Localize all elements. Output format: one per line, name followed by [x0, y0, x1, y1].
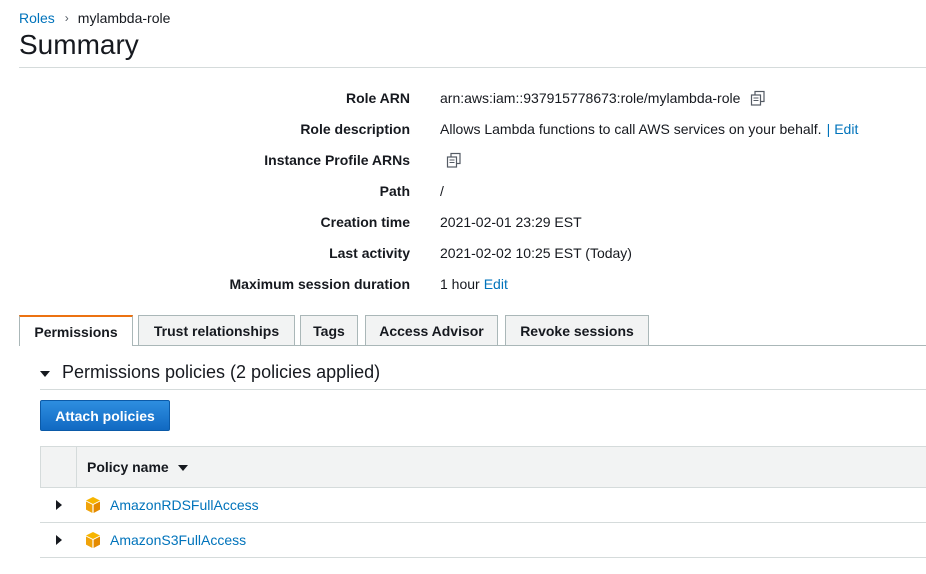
role-arn-value: arn:aws:iam::937915778673:role/mylambda-…: [440, 90, 741, 106]
caret-down-icon: [40, 370, 50, 377]
row-instance-profile-arns: Instance Profile ARNs: [0, 150, 926, 170]
section-divider: [40, 389, 926, 390]
table-row: AmazonS3FullAccess: [40, 523, 926, 558]
policy-name-header-label: Policy name: [87, 459, 169, 475]
tab-revoke-sessions[interactable]: Revoke sessions: [505, 315, 649, 345]
breadcrumb-current: mylambda-role: [77, 10, 171, 26]
row-last-activity: Last activity 2021-02-02 10:25 EST (Toda…: [0, 243, 926, 263]
row-path: Path /: [0, 181, 926, 201]
instance-profile-value-wrap: [436, 152, 462, 168]
max-session-label: Maximum session duration: [229, 276, 410, 292]
tab-bar: Permissions Trust relationships Tags Acc…: [19, 315, 926, 346]
policy-link-s3[interactable]: AmazonS3FullAccess: [110, 532, 246, 548]
attach-policies-button[interactable]: Attach policies: [40, 400, 170, 431]
description-separator: |: [826, 121, 831, 137]
max-session-value: 1 hour: [440, 276, 480, 292]
aws-managed-policy-icon: [84, 496, 102, 514]
row-max-session-duration: Maximum session duration 1 hour Edit: [0, 274, 926, 294]
copy-icon[interactable]: [750, 90, 766, 106]
breadcrumb-roles-link[interactable]: Roles: [19, 10, 55, 26]
policy-name-column-header[interactable]: Policy name: [87, 447, 188, 487]
path-value: /: [440, 183, 444, 199]
tab-permissions[interactable]: Permissions: [19, 315, 133, 346]
page-title: Summary: [19, 29, 139, 60]
copy-icon[interactable]: [446, 152, 462, 168]
role-description-value: Allows Lambda functions to call AWS serv…: [440, 121, 822, 137]
path-label: Path: [379, 183, 410, 199]
instance-profile-arns-label: Instance Profile ARNs: [264, 152, 410, 168]
last-activity-value: 2021-02-02 10:25 EST (Today): [440, 245, 632, 261]
role-description-value-wrap: Allows Lambda functions to call AWS serv…: [440, 121, 858, 137]
edit-description-link[interactable]: Edit: [834, 121, 858, 137]
row-role-description: Role description Allows Lambda functions…: [0, 119, 926, 139]
creation-time-label: Creation time: [320, 214, 410, 230]
table-row: AmazonRDSFullAccess: [40, 488, 926, 523]
policies-table-header: Policy name: [40, 446, 926, 488]
tab-trust-relationships[interactable]: Trust relationships: [138, 315, 295, 345]
role-arn-value-wrap: arn:aws:iam::937915778673:role/mylambda-…: [440, 90, 766, 106]
title-divider: [19, 67, 926, 68]
creation-time-value: 2021-02-01 23:29 EST: [440, 214, 582, 230]
row-creation-time: Creation time 2021-02-01 23:29 EST: [0, 212, 926, 232]
column-divider: [76, 447, 77, 487]
tab-access-advisor[interactable]: Access Advisor: [365, 315, 498, 345]
breadcrumb-separator: ›: [64, 11, 69, 25]
role-description-label: Role description: [300, 121, 410, 137]
policy-link-rds[interactable]: AmazonRDSFullAccess: [110, 497, 259, 513]
expand-row-icon[interactable]: [56, 535, 62, 545]
sort-caret-down-icon: [177, 464, 188, 471]
last-activity-label: Last activity: [329, 245, 410, 261]
tab-tags[interactable]: Tags: [300, 315, 358, 345]
edit-session-duration-link[interactable]: Edit: [484, 276, 508, 292]
role-arn-label: Role ARN: [345, 90, 410, 106]
permissions-policies-title: Permissions policies (2 policies applied…: [62, 362, 381, 382]
expand-row-icon[interactable]: [56, 500, 62, 510]
breadcrumb: Roles › mylambda-role: [19, 10, 170, 26]
max-session-value-wrap: 1 hour Edit: [440, 276, 508, 292]
row-role-arn: Role ARN arn:aws:iam::937915778673:role/…: [0, 88, 926, 108]
aws-managed-policy-icon: [84, 531, 102, 549]
permissions-policies-toggle[interactable]: Permissions policies (2 policies applied…: [40, 362, 380, 383]
